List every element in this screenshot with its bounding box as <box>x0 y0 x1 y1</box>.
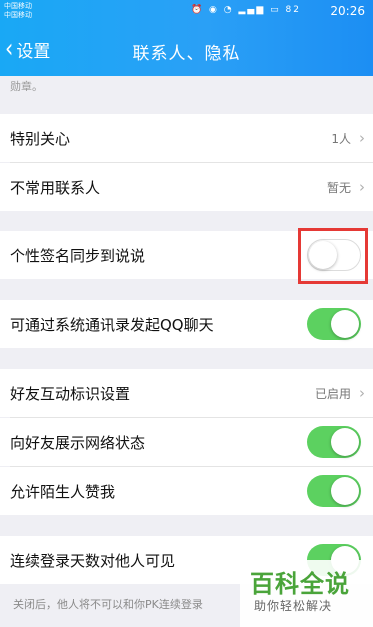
toggle-knob <box>331 428 359 456</box>
carrier-1: 中国移动 <box>4 2 32 10</box>
row-stranger-like: 允许陌生人赞我 <box>0 467 373 515</box>
status-time: 20:26 <box>330 4 365 18</box>
special-care-label: 特别关心 <box>10 129 71 148</box>
status-bar: 中国移动 中国移动 ⏰ ◉ ◔ ▂▄▆ ▭ 82 20:26 <box>0 0 373 22</box>
toggle-knob <box>331 310 359 338</box>
signal-icon: ▂▄▆ <box>238 5 266 15</box>
stranger-like-toggle[interactable] <box>307 475 361 507</box>
wifi-icon: ◔ <box>223 5 234 15</box>
watermark-sub: 助你轻松解决 <box>254 599 333 613</box>
carrier-2: 中国移动 <box>4 11 32 19</box>
row-system-contacts-chat: 可通过系统通讯录发起QQ聊天 <box>0 300 373 348</box>
toggle-knob <box>331 477 359 505</box>
login-days-label: 连续登录天数对他人可见 <box>10 551 176 570</box>
row-network-status: 向好友展示网络状态 <box>0 418 373 466</box>
network-status-label: 向好友展示网络状态 <box>10 433 146 452</box>
stranger-like-label: 允许陌生人赞我 <box>10 482 116 501</box>
row-special-care[interactable]: 特别关心 1人 › <box>0 114 373 162</box>
highlight-box <box>298 228 368 284</box>
infrequent-contacts-value: 暂无 <box>326 180 351 195</box>
watermark-main: 百科全说 <box>250 570 350 598</box>
page-title: 联系人、隐私 <box>132 44 241 64</box>
row-friend-interaction[interactable]: 好友互动标识设置 已启用 › <box>0 369 373 417</box>
carrier-info: 中国移动 中国移动 <box>4 2 32 20</box>
row-infrequent-contacts[interactable]: 不常用联系人 暂无 › <box>0 163 373 211</box>
top-note: 勋章。 <box>10 80 43 93</box>
network-status-toggle[interactable] <box>307 426 361 458</box>
footer-note: 关闭后，他人将不可以和你PK连续登录 <box>13 598 203 611</box>
battery-level: 82 <box>285 5 301 15</box>
friend-interaction-label: 好友互动标识设置 <box>10 384 131 403</box>
status-icons: ⏰ ◉ ◔ ▂▄▆ ▭ 82 <box>191 5 301 15</box>
system-contacts-chat-toggle[interactable] <box>307 308 361 340</box>
nav-bar: ‹ 设置 联系人、隐私 <box>0 30 373 70</box>
app-header: 中国移动 中国移动 ⏰ ◉ ◔ ▂▄▆ ▭ 82 20:26 ‹ 设置 联系人、… <box>0 0 373 76</box>
chevron-right-icon: › <box>359 178 365 196</box>
special-care-value: 1人 <box>331 131 351 146</box>
alarm-icon: ⏰ <box>190 5 205 15</box>
chevron-right-icon: › <box>359 129 365 147</box>
eye-icon: ◉ <box>209 5 219 15</box>
battery-icon: ▭ <box>270 5 281 15</box>
infrequent-contacts-label: 不常用联系人 <box>10 178 101 197</box>
friend-interaction-value: 已启用 <box>314 386 351 401</box>
chevron-right-icon: › <box>359 384 365 402</box>
system-contacts-chat-label: 可通过系统通讯录发起QQ聊天 <box>10 315 214 334</box>
signature-sync-label: 个性签名同步到说说 <box>10 246 146 265</box>
